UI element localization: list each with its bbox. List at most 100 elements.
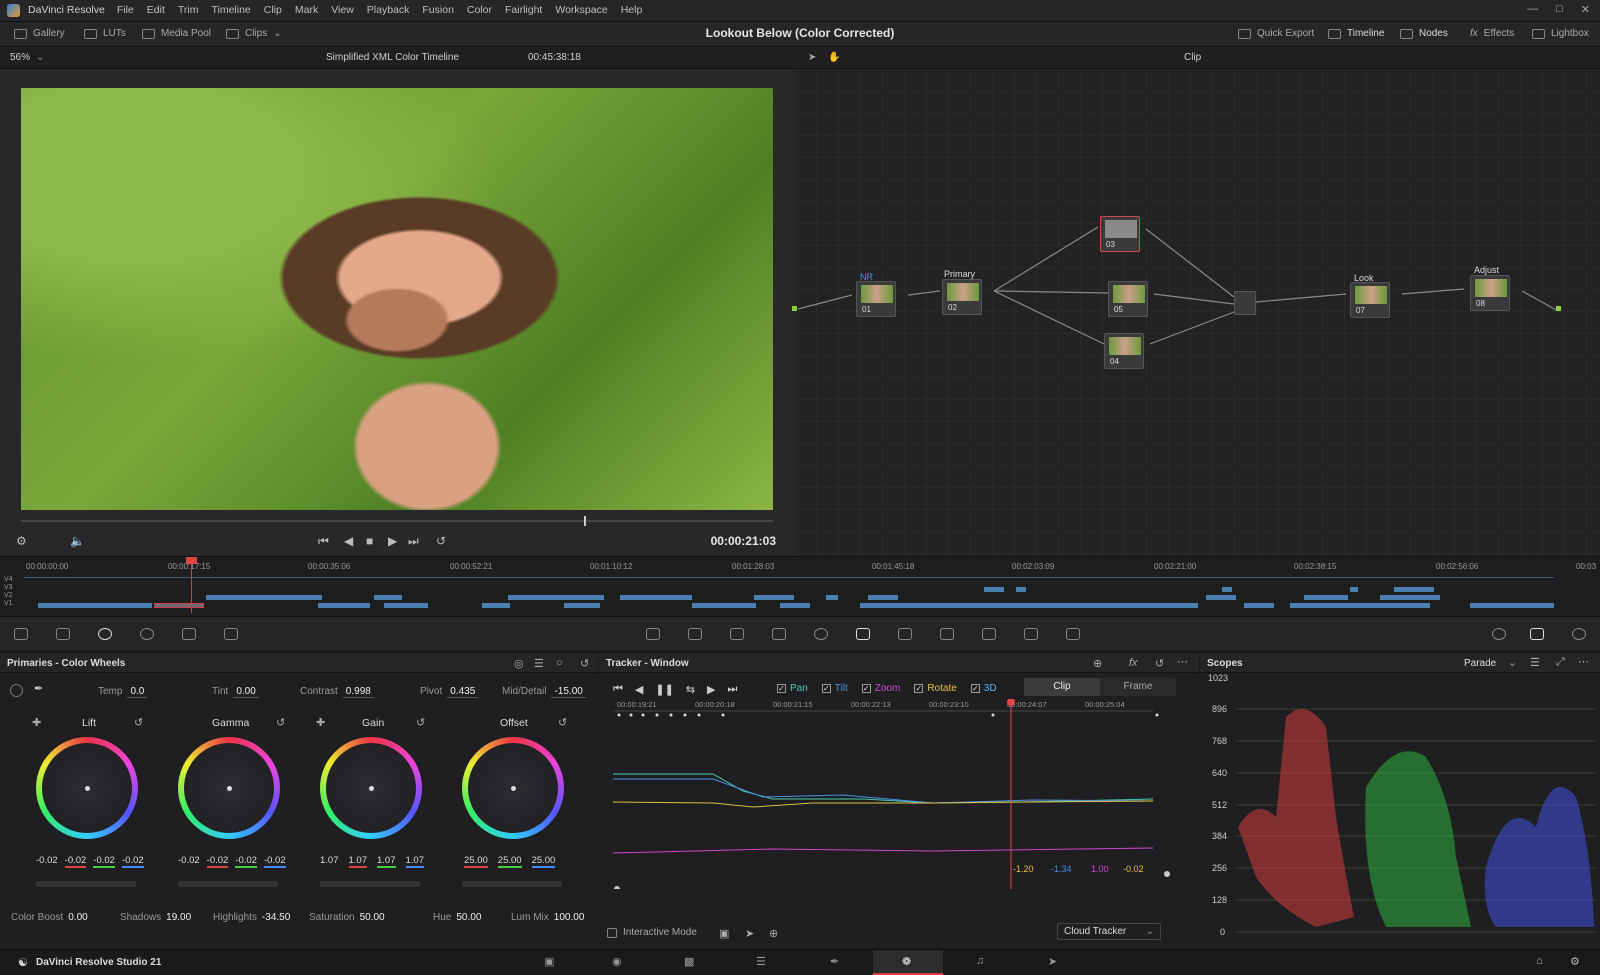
menu-fairlight[interactable]: Fairlight [505, 4, 542, 16]
offset-b-value[interactable]: 25.00 [531, 855, 556, 868]
more-icon[interactable]: ⋯ [1177, 655, 1188, 668]
lift-r-value[interactable]: -0.02 [64, 855, 87, 868]
mid-detail-field[interactable]: Mid/Detail -15.00 [502, 686, 586, 698]
deliver-page-icon[interactable]: ➤ [1048, 955, 1057, 968]
crosshair-icon[interactable]: ✚ [316, 716, 325, 729]
offset-g-value[interactable]: 25.00 [497, 855, 522, 868]
contrast-value[interactable]: 0.998 [342, 686, 374, 698]
interactive-mode[interactable]: Interactive Mode [607, 927, 697, 938]
lift-master-slider[interactable] [36, 881, 136, 887]
effects-button[interactable]: fx Effects [1470, 28, 1514, 39]
rotate-checkbox[interactable]: ✓ Rotate [914, 683, 957, 694]
log-mode-icon[interactable]: ○ [556, 657, 563, 669]
home-icon[interactable]: ⌂ [1536, 955, 1543, 967]
lightbox-button[interactable]: Lightbox [1532, 28, 1589, 39]
zoom-checkbox[interactable]: ✓ Zoom [861, 683, 900, 694]
settings-gear-icon[interactable]: ⚙ [1570, 955, 1580, 968]
offset-wheel[interactable] [462, 737, 564, 839]
close-icon[interactable]: ✕ [1581, 3, 1590, 16]
track-forward-icon[interactable]: ▶ [707, 683, 715, 696]
nodes-button[interactable]: Nodes [1400, 28, 1448, 39]
picker-icon[interactable]: ✒ [34, 682, 43, 695]
track-reverse-icon[interactable]: ◀ [635, 683, 643, 696]
timeline-button[interactable]: Timeline [1328, 28, 1384, 39]
pointer-icon[interactable]: ➤ [808, 52, 816, 63]
tint-value[interactable]: 0.00 [233, 686, 259, 698]
fusion-page-icon[interactable]: ☰ [756, 955, 766, 968]
menu-help[interactable]: Help [621, 4, 643, 16]
highlights-field[interactable]: Highlights -34.50 [213, 912, 290, 923]
menu-color[interactable]: Color [467, 4, 492, 16]
node-03[interactable]: 03 [1100, 216, 1140, 252]
scopes-icon[interactable] [1530, 628, 1544, 640]
clip-tab[interactable]: Clip [1024, 678, 1100, 696]
tracker-icon[interactable] [856, 628, 870, 640]
auto-balance-icon[interactable] [10, 684, 23, 697]
loop-icon[interactable]: ↺ [436, 534, 446, 548]
menu-view[interactable]: View [331, 4, 354, 16]
menu-edit[interactable]: Edit [147, 4, 165, 16]
tilt-checkbox[interactable]: ✓ Tilt [821, 683, 848, 694]
lift-wheel[interactable] [36, 737, 138, 839]
qualifier-icon[interactable] [730, 628, 744, 640]
interactive-mode-checkbox[interactable] [607, 927, 617, 938]
track-to-start-icon[interactable]: ⏮ [613, 683, 623, 696]
pointer-icon[interactable]: ➤ [745, 927, 754, 940]
node-07[interactable]: 07 [1350, 282, 1390, 318]
cut-page-icon[interactable]: ◉ [612, 955, 622, 968]
frame-tab[interactable]: Frame [1100, 678, 1176, 696]
gamma-master-slider[interactable] [178, 881, 278, 887]
gamma-wheel[interactable] [178, 737, 280, 839]
playhead-marker[interactable] [186, 557, 197, 564]
viewer-scrubber[interactable] [21, 516, 773, 526]
temp-field[interactable]: Temp 0.0 [98, 686, 148, 698]
expand-icon[interactable]: ⤢ [1556, 656, 1565, 669]
camera-raw-icon[interactable] [14, 628, 28, 640]
pivot-value[interactable]: 0.435 [447, 686, 479, 698]
wheel-puck[interactable] [511, 786, 516, 791]
crosshair-icon[interactable]: ✚ [32, 716, 41, 729]
maximize-icon[interactable]: □ [1556, 3, 1563, 16]
pan-checkbox[interactable]: ✓ Pan [777, 683, 808, 694]
media-page-icon[interactable]: ▣ [544, 955, 554, 968]
menu-timeline[interactable]: Timeline [211, 4, 250, 16]
color-page-tab[interactable]: ❁ [873, 950, 943, 975]
menu-playback[interactable]: Playback [367, 4, 410, 16]
gain-master-slider[interactable] [320, 881, 420, 887]
target-icon[interactable]: ⊕ [1093, 657, 1102, 670]
lift-reset-icon[interactable]: ↺ [134, 716, 143, 729]
layer-mixer-node[interactable] [1234, 291, 1256, 315]
fusion-effects-icon[interactable]: ✒ [830, 955, 839, 968]
tint-field[interactable]: Tint 0.00 [212, 686, 259, 698]
rgb-mixer-icon[interactable] [182, 628, 196, 640]
gamma-reset-icon[interactable]: ↺ [276, 716, 285, 729]
wheel-puck[interactable] [85, 786, 90, 791]
lift-y-value[interactable]: -0.02 [36, 855, 58, 868]
shadows-value[interactable]: 19.00 [166, 912, 191, 923]
curves-icon[interactable] [646, 628, 660, 640]
menu-workspace[interactable]: Workspace [555, 4, 607, 16]
eye-icon[interactable] [1492, 628, 1506, 640]
timeline-playhead[interactable] [186, 557, 197, 613]
mid-detail-value[interactable]: -15.00 [551, 686, 586, 698]
color-wheels-icon[interactable] [98, 628, 112, 640]
graph-zoom-handle[interactable] [1164, 871, 1170, 877]
scope-settings-icon[interactable]: ☰ [1530, 656, 1540, 669]
key-icon[interactable] [982, 628, 996, 640]
gain-r-value[interactable]: 1.07 [348, 855, 367, 868]
color-boost-value[interactable]: 0.00 [68, 912, 87, 923]
eyedropper-icon[interactable] [772, 628, 786, 640]
contrast-field[interactable]: Contrast 0.998 [300, 686, 374, 698]
minimize-icon[interactable]: — [1527, 3, 1538, 16]
menu-file[interactable]: File [117, 4, 134, 16]
temp-value[interactable]: 0.0 [127, 686, 148, 698]
menu-clip[interactable]: Clip [264, 4, 282, 16]
shadows-field[interactable]: Shadows 19.00 [120, 912, 191, 923]
gain-y-value[interactable]: 1.07 [320, 855, 339, 868]
gamma-g-value[interactable]: -0.02 [235, 855, 257, 868]
hand-icon[interactable]: ✋ [828, 52, 840, 63]
edit-page-icon[interactable]: ▩ [684, 955, 694, 968]
gain-wheel[interactable] [320, 737, 422, 839]
fairlight-page-icon[interactable]: ♫ [976, 955, 984, 967]
node-output[interactable] [1556, 306, 1561, 311]
